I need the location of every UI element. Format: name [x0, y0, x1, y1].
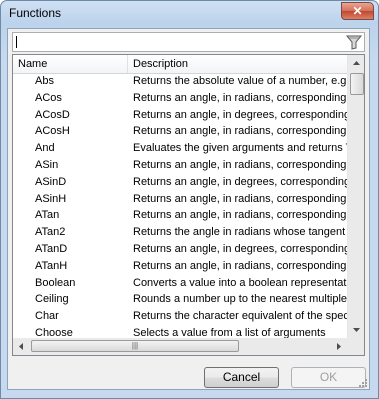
scroll-right-icon [337, 343, 341, 350]
scroll-down-icon [353, 328, 360, 332]
table-body: Abs Returns the absolute value of a numbe… [13, 74, 347, 340]
close-button[interactable]: ✕ [341, 2, 374, 20]
function-name: Boolean [35, 276, 76, 289]
function-description: Returns an angle, in degrees, correspond… [133, 108, 347, 121]
function-description: Returns an angle, in radians, correspond… [133, 125, 347, 138]
function-name: Char [35, 310, 59, 323]
scroll-corner [347, 338, 364, 355]
function-name: ATanD [35, 242, 68, 255]
function-name: Abs [35, 75, 54, 87]
dialog-client-area: Name Description Abs Returns the absolute… [7, 28, 370, 390]
function-description: Returns the angle in radians whose tange… [133, 226, 347, 239]
scroll-up-icon [353, 61, 360, 65]
function-description: Returns an angle, in radians, correspond… [133, 259, 347, 272]
table-row[interactable]: Ceiling Rounds a number up to the nearest… [13, 292, 347, 309]
table-row[interactable]: ATan2 Returns the angle in radians whose … [13, 225, 347, 242]
horizontal-scroll-thumb[interactable]: ||| [31, 340, 239, 352]
table-header: Name Description [13, 55, 347, 74]
function-description: Returns the character equivalent of the … [133, 310, 347, 323]
function-description: Returns an angle, in radians, correspond… [133, 158, 347, 171]
function-name: ASinH [35, 192, 67, 205]
function-description: Returns an angle, in degrees, correspond… [133, 175, 347, 188]
functions-table: Name Description Abs Returns the absolute… [12, 54, 365, 356]
function-name: ACos [35, 91, 62, 104]
vertical-scrollbar[interactable] [347, 55, 364, 338]
table-row[interactable]: ASinH Returns an angle, in radians, corre… [13, 192, 347, 209]
resize-grip-icon[interactable] [358, 378, 368, 388]
ok-button[interactable]: OK [291, 367, 366, 388]
function-name: And [35, 142, 55, 155]
function-description: Returns an angle, in degrees, correspond… [133, 242, 347, 255]
function-name: ACosH [35, 125, 70, 138]
function-description: Returns an angle, in radians, correspond… [133, 209, 347, 222]
function-description: Returns the absolute value of a number, … [133, 75, 347, 87]
text-caret [16, 36, 17, 48]
table-row[interactable]: Abs Returns the absolute value of a numbe… [13, 74, 347, 91]
function-name: ASin [35, 158, 59, 171]
scroll-right-button[interactable] [330, 338, 347, 355]
function-name: ATan2 [35, 226, 66, 239]
function-description: Returns an angle, in radians, correspond… [133, 192, 347, 205]
table-row[interactable]: ACosD Returns an angle, in degrees, corre… [13, 108, 347, 125]
function-name: ASinD [35, 175, 67, 188]
table-row[interactable]: ATanD Returns an angle, in degrees, corre… [13, 242, 347, 259]
search-input[interactable] [12, 32, 365, 52]
horizontal-scrollbar[interactable]: ||| [13, 338, 347, 355]
table-row[interactable]: ATanH Returns an angle, in radians, corre… [13, 259, 347, 276]
function-name: Ceiling [35, 293, 69, 306]
scroll-left-icon [19, 343, 23, 350]
table-row[interactable]: ACos Returns an angle, in radians, corres… [13, 91, 347, 108]
table-row[interactable]: Char Returns the character equivalent of … [13, 309, 347, 326]
function-description: Returns an angle, in radians, correspond… [133, 91, 347, 104]
function-name: ATan [35, 209, 60, 222]
window-title: Functions [9, 6, 62, 20]
scroll-left-button[interactable] [13, 338, 30, 355]
table-row[interactable]: ACosH Returns an angle, in radians, corre… [13, 124, 347, 141]
function-description: Rounds a number up to the nearest multip… [133, 293, 347, 306]
table-row[interactable]: ATan Returns an angle, in radians, corres… [13, 208, 347, 225]
vertical-scroll-thumb[interactable] [350, 73, 364, 95]
table-row[interactable]: Boolean Converts a value into a boolean r… [13, 276, 347, 293]
function-name: ACosD [35, 108, 70, 121]
cancel-button[interactable]: Cancel [204, 367, 279, 388]
table-row[interactable]: ASin Returns an angle, in radians, corres… [13, 158, 347, 175]
table-row[interactable]: ASinD Returns an angle, in degrees, corre… [13, 175, 347, 192]
column-header-name[interactable]: Name [13, 55, 128, 73]
function-description: Evaluates the given arguments and return… [133, 142, 347, 155]
filter-icon[interactable] [346, 35, 362, 50]
table-row[interactable]: And Evaluates the given arguments and ret… [13, 141, 347, 158]
function-name: ATanH [35, 259, 68, 272]
close-icon: ✕ [352, 4, 363, 18]
scroll-up-button[interactable] [348, 55, 364, 72]
column-header-description[interactable]: Description [128, 55, 347, 73]
scroll-down-button[interactable] [348, 321, 364, 338]
function-description: Converts a value into a boolean represen… [133, 276, 347, 289]
